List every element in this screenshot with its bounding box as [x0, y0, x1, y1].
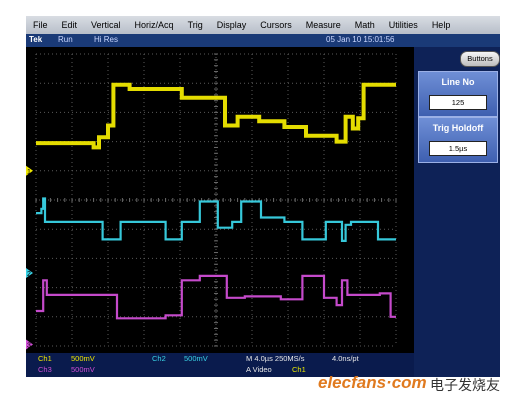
trig-holdoff-control[interactable]: Trig Holdoff 1.5µs	[418, 117, 498, 163]
ch3-marker-label: 3	[27, 343, 31, 350]
menu-edit[interactable]: Edit	[55, 20, 85, 30]
watermark: elecfans·com 电子发烧友	[318, 372, 518, 394]
menu-help[interactable]: Help	[425, 20, 458, 30]
acquisition-mode: Hi Res	[94, 35, 119, 44]
ch1-trace	[36, 82, 396, 150]
menu-measure[interactable]: Measure	[299, 20, 348, 30]
timestamp: 05 Jan 10 15:01:56	[326, 35, 395, 44]
ch1-scale: 500mV	[71, 354, 95, 363]
brand-label: Tek	[29, 35, 43, 44]
menu-math[interactable]: Math	[348, 20, 382, 30]
menu-cursors[interactable]: Cursors	[253, 20, 299, 30]
ch1-marker-label: 1	[27, 169, 31, 176]
scope-display[interactable]: 1 2 3	[26, 47, 414, 353]
menu-horiz-acq[interactable]: Horiz/Acq	[128, 20, 181, 30]
menu-utilities[interactable]: Utilities	[382, 20, 425, 30]
trig-holdoff-title: Trig Holdoff	[432, 123, 484, 133]
resolution: 4.0ns/pt	[332, 354, 359, 363]
ch3-label: Ch3	[38, 365, 52, 374]
run-state: Run	[58, 35, 73, 44]
menu-bar: File Edit Vertical Horiz/Acq Trig Display Curs…	[26, 16, 500, 34]
oscilloscope-window: File Edit Vertical Horiz/Acq Trig Display Curs…	[26, 16, 500, 377]
line-no-control[interactable]: Line No 125	[418, 71, 498, 117]
menu-trig[interactable]: Trig	[181, 20, 210, 30]
trigger-source: Ch1	[292, 365, 306, 374]
watermark-text: 电子发烧友	[430, 378, 500, 394]
ch3-scale: 500mV	[71, 365, 95, 374]
trig-holdoff-value[interactable]: 1.5µs	[429, 141, 487, 156]
line-no-title: Line No	[441, 77, 475, 87]
watermark-logo: elecfans·com	[318, 373, 427, 392]
line-no-value[interactable]: 125	[429, 95, 487, 110]
side-panel: Buttons Line No 125 Trig Holdoff 1.5µs	[414, 47, 500, 377]
ch2-scale: 500mV	[184, 354, 208, 363]
ch2-marker-label: 2	[27, 271, 31, 278]
menu-display[interactable]: Display	[210, 20, 254, 30]
trigger-type: A Video	[246, 365, 272, 374]
buttons-button[interactable]: Buttons	[460, 51, 500, 67]
menu-vertical[interactable]: Vertical	[84, 20, 128, 30]
ch2-label: Ch2	[152, 354, 166, 363]
ch1-label: Ch1	[38, 354, 52, 363]
menu-file[interactable]: File	[26, 20, 55, 30]
timebase: M 4.0µs 250MS/s	[246, 354, 305, 363]
status-bar: Tek Run Hi Res 05 Jan 10 15:01:56	[26, 34, 500, 47]
graticule: 1 2 3	[26, 53, 397, 350]
